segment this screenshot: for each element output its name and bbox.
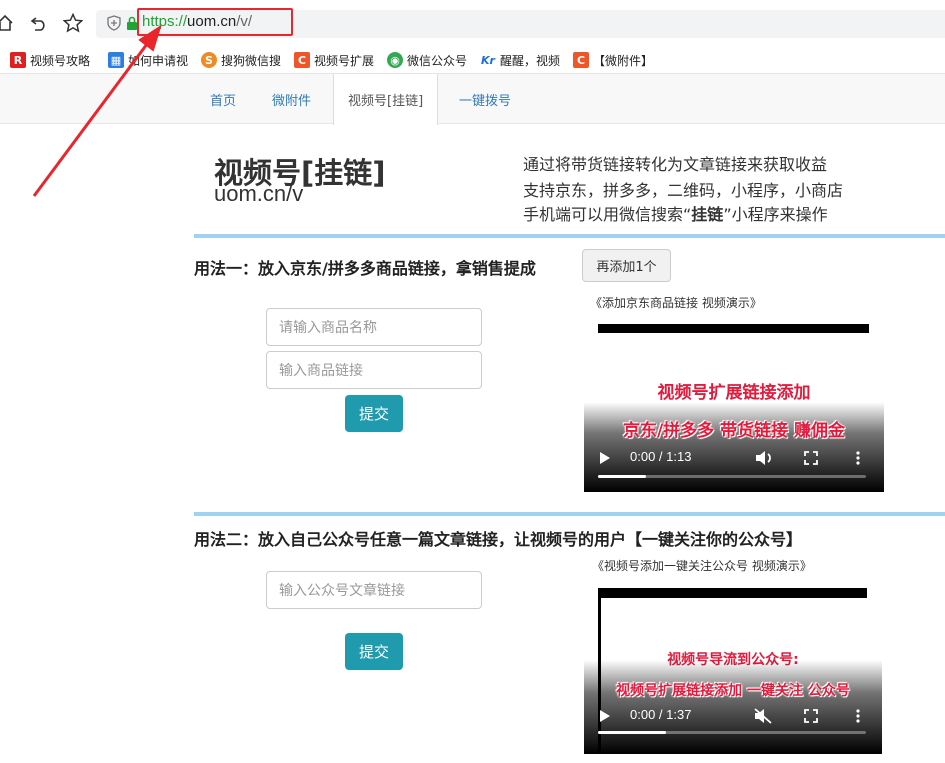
video-progress-fill	[598, 731, 666, 734]
bookmark-label: 微信公众号	[407, 53, 467, 68]
bookmark-item[interactable]: Kr 醒醒，视频	[480, 51, 562, 69]
bookmark-favicon-icon: Kr	[480, 52, 496, 68]
intro-line-1: 通过将带货链接转化为文章链接来获取收益	[523, 155, 828, 174]
more-options-icon[interactable]	[852, 449, 864, 467]
video-controls: 0:00 / 1:13	[584, 432, 884, 492]
bookmark-label: 如何申请视	[128, 53, 188, 68]
method1-title: 用法一：放入京东/拼多多商品链接，拿销售提成	[194, 259, 536, 278]
video-progress[interactable]	[598, 475, 866, 478]
bookmark-favicon-icon: ◉	[387, 52, 403, 68]
method1-video-caption: 《添加京东商品链接 视频演示》	[590, 296, 762, 310]
play-icon[interactable]	[596, 449, 614, 467]
muted-icon[interactable]	[753, 707, 773, 725]
volume-icon[interactable]	[754, 449, 774, 467]
tab-video-link[interactable]: 视频号[挂链]	[333, 74, 439, 125]
video-time: 0:00 / 1:37	[630, 707, 692, 722]
bookmark-label: 搜狗微信搜	[221, 53, 282, 68]
tab-home[interactable]: 首页	[210, 74, 236, 124]
product-name-input[interactable]: 请输入商品名称	[266, 308, 482, 346]
undo-icon[interactable]	[28, 12, 50, 34]
bookmark-favicon-icon: ▦	[108, 52, 124, 68]
intro-line-2: 支持京东，拼多多，二维码，小程序，小商店	[523, 181, 844, 200]
bookmark-item[interactable]: ◉ 微信公众号	[387, 51, 467, 69]
bookmark-item[interactable]: C 视频号扩展	[294, 51, 375, 69]
section-divider	[194, 512, 945, 516]
bookmark-item[interactable]: C 【微附件】	[573, 51, 653, 69]
bookmark-item[interactable]: S 搜狗微信搜	[201, 51, 283, 69]
product-link-input[interactable]: 输入商品链接	[266, 351, 482, 389]
method2-video-player[interactable]: 视频号导流到公众号: 视频号扩展链接添加 一键关注 公众号 0:00 / 1:3…	[584, 578, 882, 754]
video-progress[interactable]	[598, 731, 866, 734]
method1-submit-button[interactable]: 提交	[345, 395, 403, 432]
bookmark-label: 醒醒，视频	[500, 53, 561, 68]
video-frame-bar	[598, 588, 867, 598]
video-time: 0:00 / 1:13	[630, 449, 692, 464]
bookmark-label: 视频号攻略	[30, 53, 91, 68]
bookmarks-bar: R 视频号攻略 ▦ 如何申请视 S 搜狗微信搜 C 视频号扩展 ◉ 微信公众号 Kr 醒醒，…	[0, 46, 945, 74]
intro-line-3-pre: 手机端可以用微信搜索“	[523, 205, 692, 224]
url-highlight-box	[137, 8, 293, 36]
site-nav: 首页 微附件 视频号[挂链] 一键拨号	[0, 74, 945, 125]
star-icon[interactable]	[62, 12, 84, 34]
intro-line-3-post: ”小程序来操作	[723, 205, 828, 224]
tab-attachments[interactable]: 微附件	[272, 74, 311, 124]
video-controls: 0:00 / 1:37	[584, 694, 882, 754]
home-icon[interactable]	[0, 12, 16, 34]
tab-one-click-dial[interactable]: 一键拨号	[459, 74, 511, 124]
method1-video-player[interactable]: 视频号扩展链接添加 京东/拼多多 带货链接 赚佣金 0:00 / 1:13	[584, 314, 884, 492]
bookmark-label: 【微附件】	[593, 53, 653, 68]
method2-title: 用法二：放入自己公众号任意一篇文章链接，让视频号的用户【一键关注你的公众号】	[194, 530, 803, 549]
bookmark-item[interactable]: ▦ 如何申请视	[108, 51, 188, 69]
more-options-icon[interactable]	[852, 707, 864, 725]
method2-video-caption: 《视频号添加一键关注公众号 视频演示》	[592, 559, 812, 573]
bookmark-favicon-icon: S	[201, 52, 217, 68]
add-one-button[interactable]: 再添加1个	[582, 249, 671, 282]
browser-toolbar: https://uom.cn/v/	[0, 0, 945, 46]
intro-line-3: 手机端可以用微信搜索“挂链”小程序来操作	[523, 201, 828, 225]
bookmark-label: 视频号扩展	[314, 53, 375, 68]
video-progress-fill	[598, 475, 646, 478]
method2-submit-button[interactable]: 提交	[345, 633, 403, 670]
bookmark-favicon-icon: C	[573, 52, 589, 68]
article-link-input[interactable]: 输入公众号文章链接	[266, 571, 482, 609]
play-icon[interactable]	[596, 707, 614, 725]
fullscreen-icon[interactable]	[802, 707, 820, 725]
bookmark-favicon-icon: C	[294, 52, 310, 68]
video-overlay-line1: 视频号扩展链接添加	[657, 383, 811, 403]
fullscreen-icon[interactable]	[802, 449, 820, 467]
bookmark-item[interactable]: R 视频号攻略	[10, 51, 94, 69]
section-divider	[194, 234, 945, 238]
bookmark-favicon-icon: R	[10, 52, 26, 68]
page-subtitle: uom.cn/v	[214, 181, 304, 206]
intro-keyword: 挂链	[691, 205, 724, 224]
video-frame-bar	[598, 324, 869, 333]
